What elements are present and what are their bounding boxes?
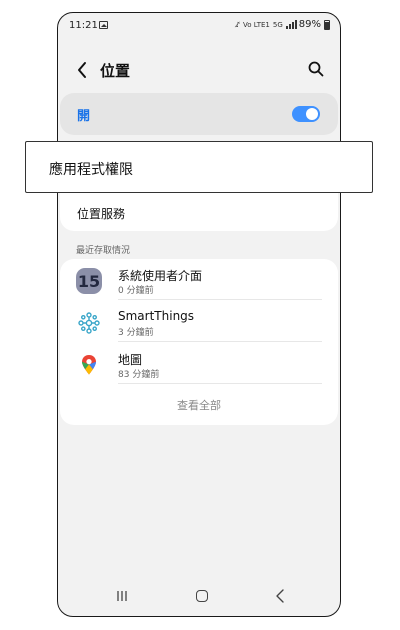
photo-notification-icon — [99, 21, 108, 29]
volte-icon: Vo LTE1 — [243, 20, 270, 29]
page-title: 位置 — [100, 62, 131, 80]
app-bar: 位置 — [58, 57, 340, 83]
signal-icon — [285, 20, 297, 29]
maps-icon — [76, 352, 102, 378]
system-ui-icon: 15 — [76, 268, 102, 294]
divider — [118, 383, 322, 384]
back-arrow-icon[interactable] — [76, 61, 88, 79]
list-item[interactable]: SmartThings 3 分鐘前 — [60, 301, 338, 342]
toggle-knob — [306, 108, 318, 120]
battery-icon — [324, 19, 330, 30]
app-permissions-label: 應用程式權限 — [49, 162, 133, 178]
5g-icon: 5G — [272, 20, 283, 29]
app-access-time: 0 分鐘前 — [118, 286, 154, 296]
svg-text:15: 15 — [78, 272, 100, 291]
app-access-time: 83 分鐘前 — [118, 370, 160, 380]
location-services-item[interactable]: 位置服務 — [77, 205, 125, 222]
toggle-label: 開 — [77, 109, 91, 124]
location-toggle-row[interactable]: 開 — [60, 93, 338, 135]
location-toggle-switch[interactable] — [292, 106, 320, 122]
home-icon[interactable] — [196, 590, 208, 602]
recent-access-heading: 最近存取情況 — [76, 246, 131, 256]
recent-access-list: 15 系統使用者介面 0 分鐘前 SmartThings 3 分鐘前 地圖 83… — [60, 259, 338, 425]
search-icon[interactable] — [308, 61, 324, 77]
list-item[interactable]: 地圖 83 分鐘前 — [60, 343, 338, 384]
app-access-time: 3 分鐘前 — [118, 328, 154, 338]
smartthings-icon — [76, 310, 102, 336]
status-indicators: ♪̸ Vo LTE1 5G 89% — [236, 19, 330, 30]
mute-icon: ♪̸ — [235, 20, 241, 29]
view-all-button[interactable]: 查看全部 — [60, 397, 338, 413]
divider — [118, 299, 322, 300]
app-name: 系統使用者介面 — [118, 269, 203, 283]
app-name: SmartThings — [118, 309, 195, 323]
battery-percent: 89% — [298, 19, 321, 30]
list-item[interactable]: 15 系統使用者介面 0 分鐘前 — [60, 259, 338, 300]
navigation-bar — [58, 588, 340, 608]
recents-icon[interactable] — [116, 590, 128, 602]
phone-screen: 11:21 ♪̸ Vo LTE1 5G 89% 位置 開 位置服務 最近存取情況… — [57, 12, 341, 617]
status-bar: 11:21 ♪̸ Vo LTE1 5G 89% — [58, 13, 340, 39]
status-time: 11:21 — [69, 20, 98, 31]
back-icon[interactable] — [275, 588, 285, 604]
app-name: 地圖 — [118, 353, 143, 367]
divider — [118, 341, 322, 342]
app-permissions-item[interactable]: 應用程式權限 — [25, 141, 373, 193]
